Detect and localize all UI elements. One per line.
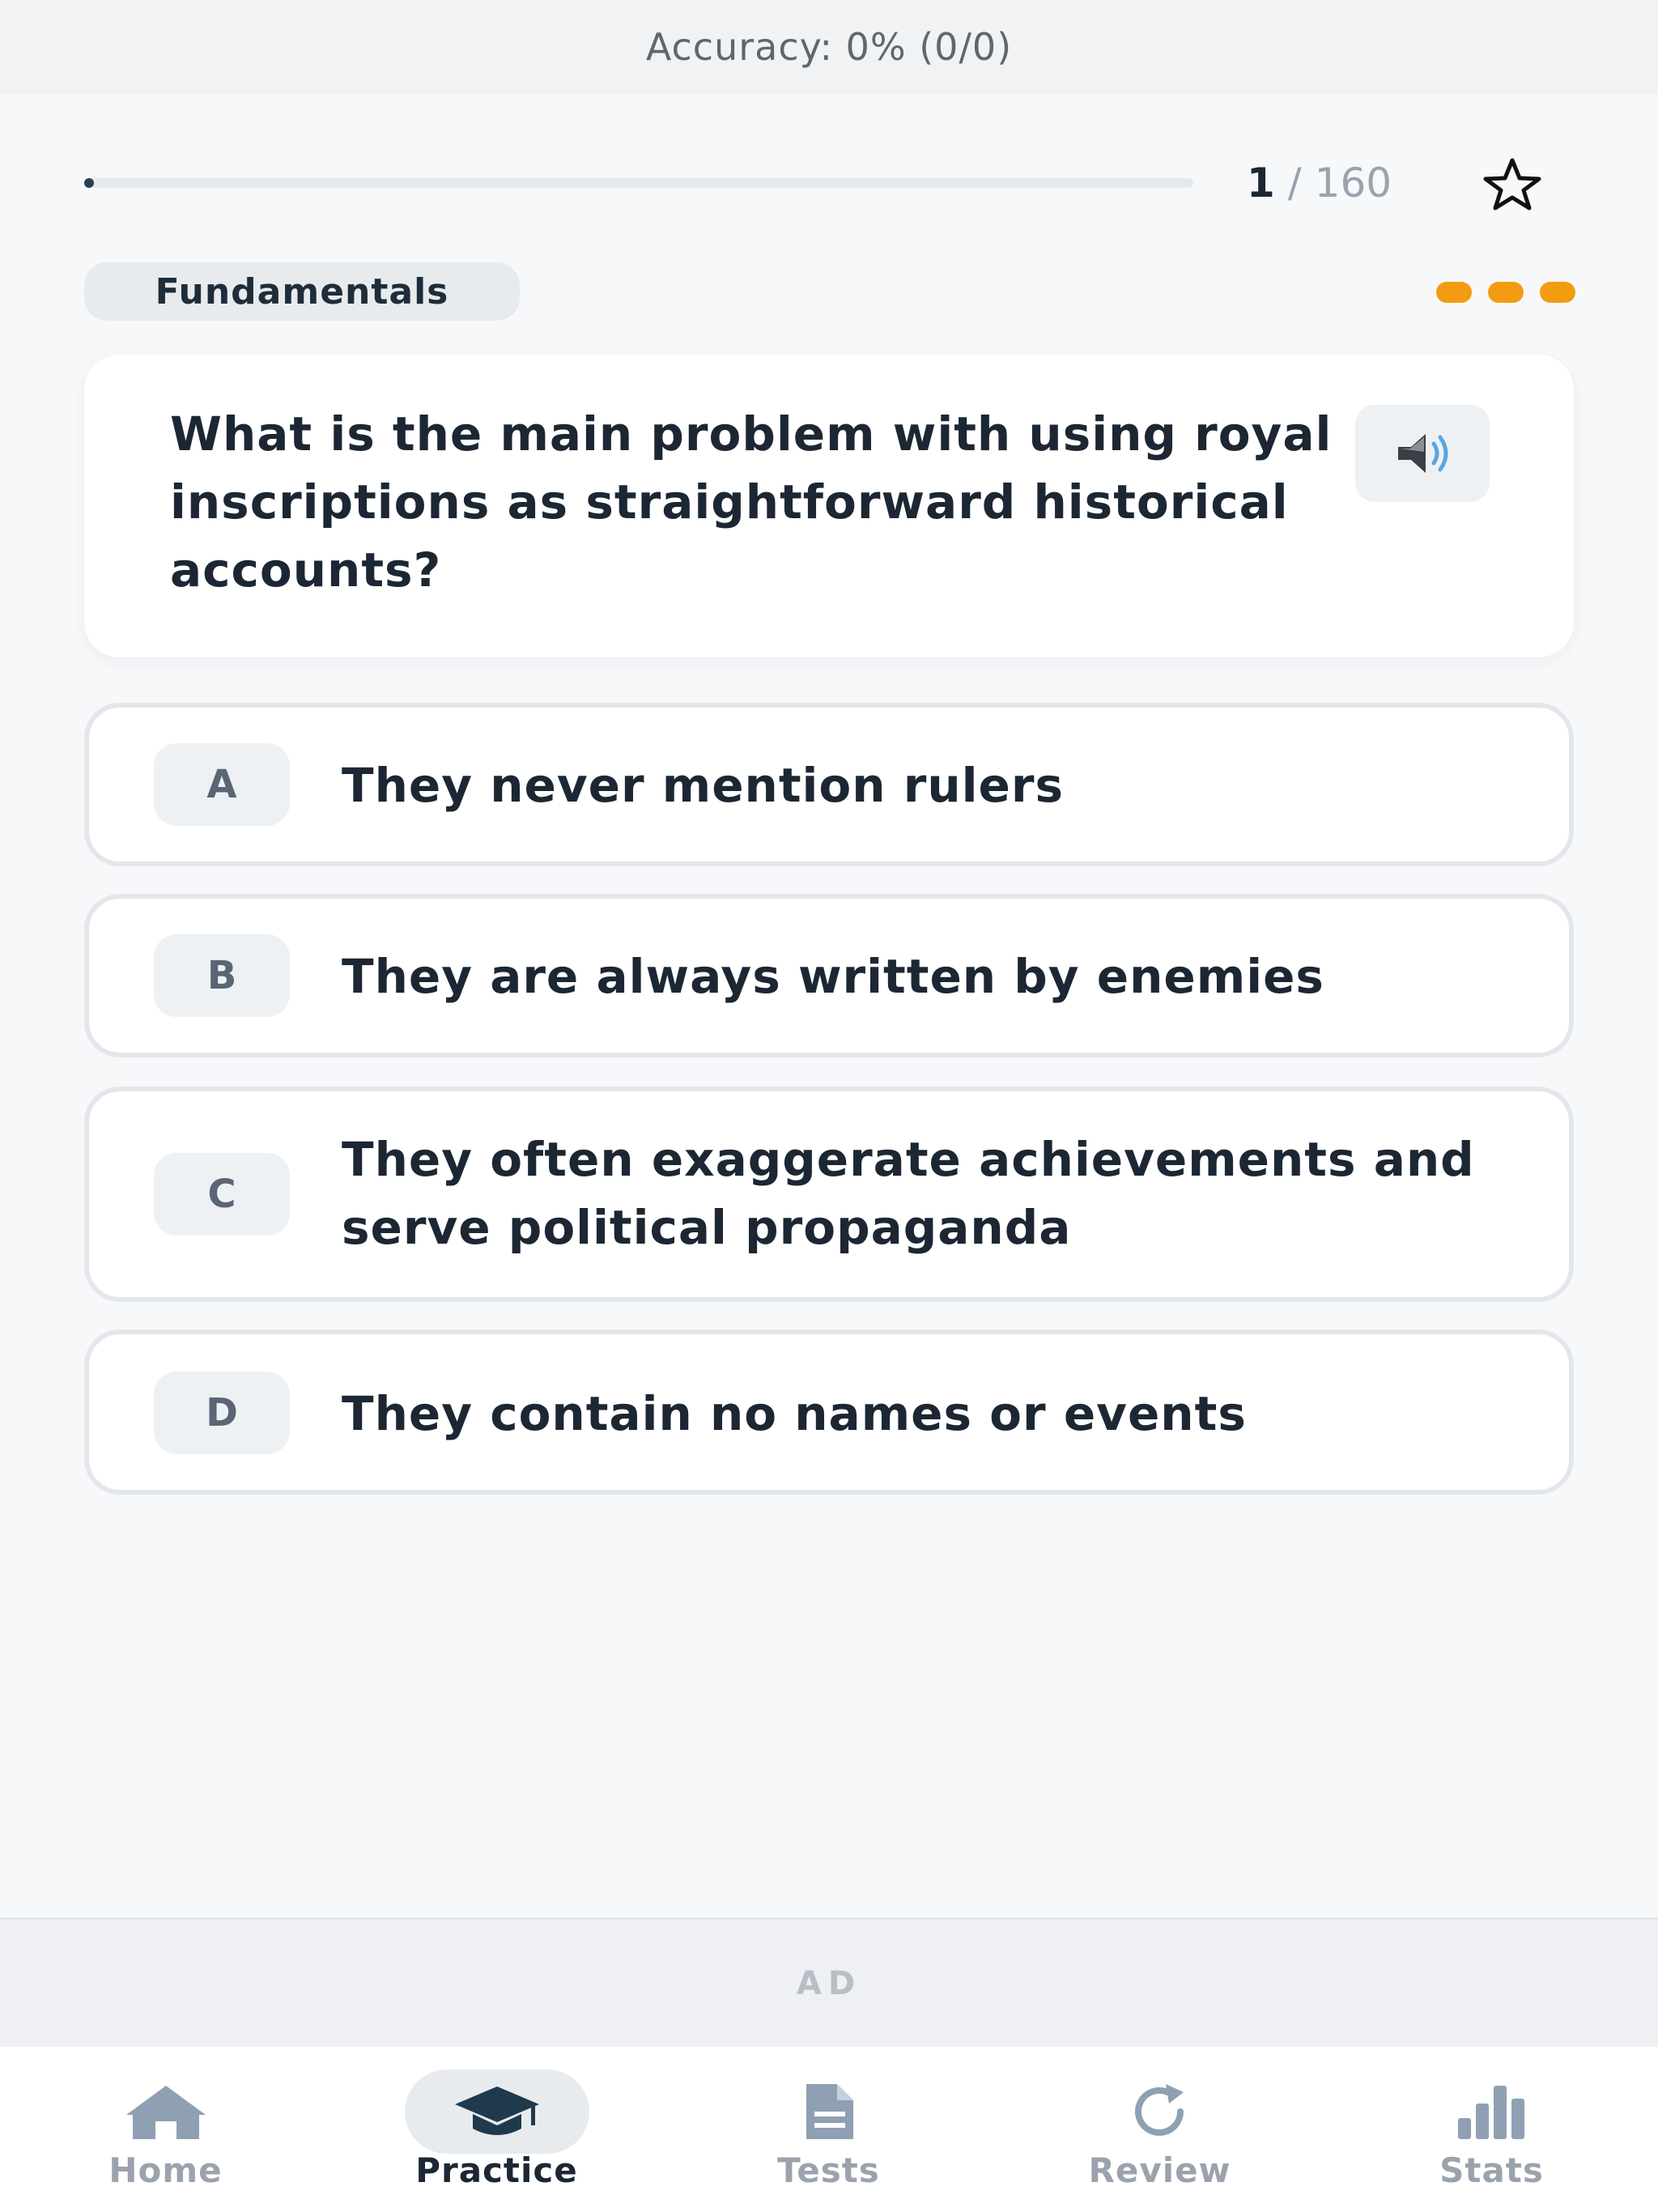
more-options-button[interactable] xyxy=(1436,282,1575,303)
option-text: They often exaggerate achievements and s… xyxy=(342,1132,1475,1255)
answer-option-b[interactable]: B They are always written by enemies xyxy=(84,894,1574,1057)
bottom-tab-bar: Home Practice Tests Review Stats xyxy=(0,2047,1658,2212)
ad-label: AD xyxy=(796,1964,862,2002)
speaker-icon xyxy=(1398,434,1448,473)
progress-fill xyxy=(84,178,94,188)
option-text: They are always written by enemies xyxy=(342,949,1324,1004)
bar-chart-icon xyxy=(1457,2086,1524,2139)
tab-stats[interactable]: Stats xyxy=(1326,2047,1657,2212)
graduation-cap-icon xyxy=(454,2087,539,2135)
option-text: They contain no names or events xyxy=(342,1386,1247,1441)
tab-practice[interactable]: Practice xyxy=(331,2047,662,2212)
home-icon xyxy=(125,2086,206,2139)
counter-separator: / xyxy=(1287,160,1302,206)
tab-tests[interactable]: Tests xyxy=(663,2047,994,2212)
tab-home[interactable]: Home xyxy=(0,2047,331,2212)
total-question-count: 160 xyxy=(1314,160,1392,206)
refresh-icon xyxy=(1134,2084,1184,2136)
more-dot-icon xyxy=(1488,282,1524,303)
tab-icon-wrap xyxy=(1400,2069,1584,2154)
tab-icon-wrap xyxy=(404,2069,589,2154)
answer-option-c[interactable]: C They often exaggerate achievements and… xyxy=(84,1087,1574,1302)
current-question-number: 1 xyxy=(1247,160,1275,206)
question-text: What is the main problem with using roya… xyxy=(170,406,1333,598)
question-card: What is the main problem with using roya… xyxy=(84,355,1574,657)
option-letter: B xyxy=(154,934,290,1017)
answer-option-a[interactable]: A They never mention rulers xyxy=(84,703,1574,866)
option-letter: A xyxy=(154,743,290,826)
option-text: They never mention rulers xyxy=(342,758,1064,813)
tab-label-practice: Practice xyxy=(415,2150,578,2190)
progress-track xyxy=(84,178,1193,188)
more-dot-icon xyxy=(1436,282,1472,303)
bookmark-star-icon[interactable] xyxy=(1480,155,1545,212)
accuracy-bar: Accuracy: 0% (0/0) xyxy=(0,0,1658,94)
tab-review[interactable]: Review xyxy=(994,2047,1325,2212)
tab-label-stats: Stats xyxy=(1439,2150,1544,2190)
tab-icon-wrap xyxy=(737,2069,921,2154)
more-dot-icon xyxy=(1540,282,1575,303)
option-letter: C xyxy=(154,1153,290,1236)
answer-option-d[interactable]: D They contain no names or events xyxy=(84,1329,1574,1495)
tab-label-home: Home xyxy=(108,2150,223,2190)
category-tag: Fundamentals xyxy=(84,262,520,321)
question-counter: 1 / 160 xyxy=(1247,159,1392,207)
read-aloud-button[interactable] xyxy=(1355,405,1490,502)
tab-label-tests: Tests xyxy=(777,2150,880,2190)
category-label: Fundamentals xyxy=(155,270,449,313)
progress-row: 1 / 160 xyxy=(84,158,1590,211)
accuracy-text: Accuracy: 0% (0/0) xyxy=(645,25,1013,69)
option-letter: D xyxy=(154,1372,290,1454)
tab-icon-wrap xyxy=(1068,2069,1252,2154)
tab-label-review: Review xyxy=(1088,2150,1231,2190)
document-icon xyxy=(806,2084,853,2139)
ad-banner[interactable]: AD xyxy=(0,1917,1658,2047)
tab-icon-wrap xyxy=(74,2069,258,2154)
